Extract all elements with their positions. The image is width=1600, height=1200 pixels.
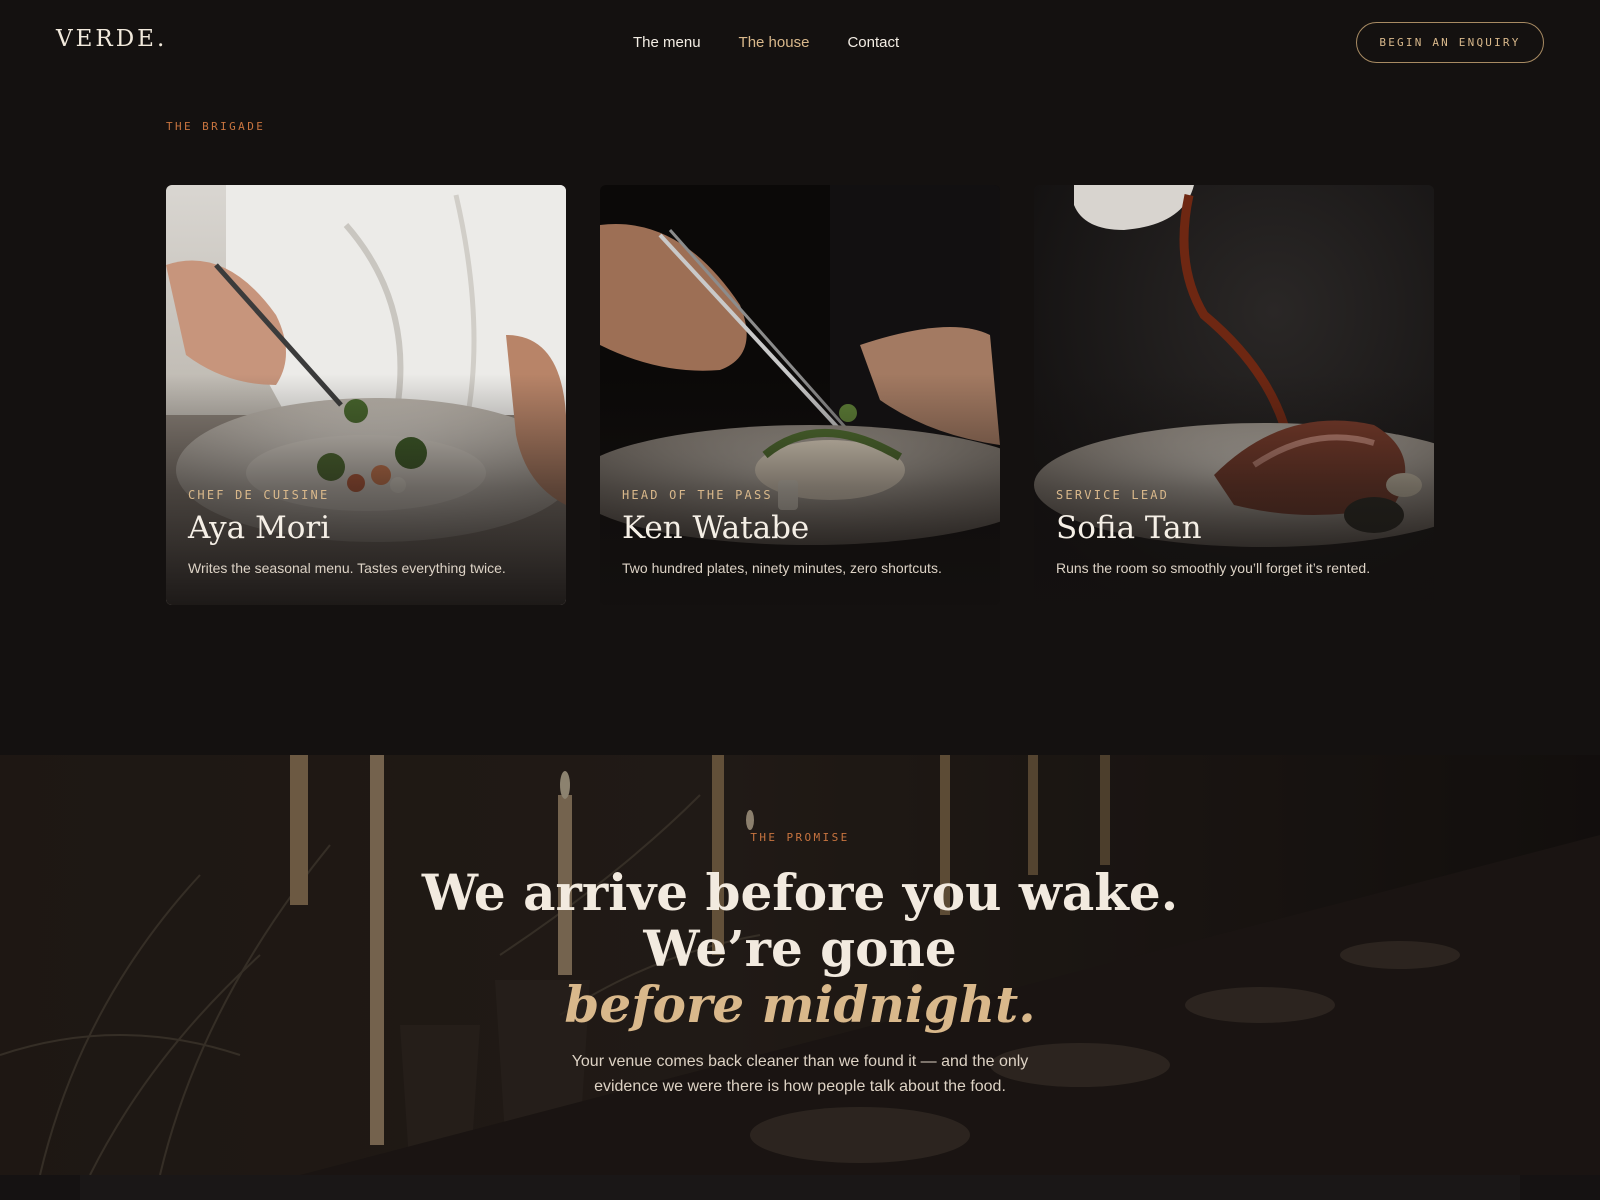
nav-link-menu[interactable]: The menu xyxy=(633,34,701,51)
main-nav: The menu The house Contact xyxy=(633,34,899,51)
team-card-info: CHEF DE CUISINE Aya Mori Writes the seas… xyxy=(188,488,546,576)
site-header: VERDE. The menu The house Contact BEGIN … xyxy=(0,0,1600,86)
promise-eyebrow: THE PROMISE xyxy=(750,831,850,844)
team-description: Writes the seasonal menu. Tastes everyth… xyxy=(188,560,506,576)
team-card-info: SERVICE LEAD Sofia Tan Runs the room so … xyxy=(1056,488,1414,576)
team-description: Runs the room so smoothly you’ll forget … xyxy=(1056,560,1371,576)
team-card[interactable]: HEAD OF THE PASS Ken Watabe Two hundred … xyxy=(600,185,1000,605)
brigade-cards: CHEF DE CUISINE Aya Mori Writes the seas… xyxy=(166,185,1434,605)
bottom-strip xyxy=(0,1175,1600,1200)
team-role: SERVICE LEAD xyxy=(1056,488,1170,502)
promise-headline-main: We arrive before you wake. We’re gone xyxy=(421,863,1179,978)
promise-section: THE PROMISE We arrive before you wake. W… xyxy=(0,755,1600,1175)
team-card[interactable]: SERVICE LEAD Sofia Tan Runs the room so … xyxy=(1034,185,1434,605)
promise-headline-accent: before midnight. xyxy=(564,975,1036,1034)
team-name: Ken Watabe xyxy=(622,510,810,546)
team-description: Two hundred plates, ninety minutes, zero… xyxy=(622,560,942,576)
brigade-eyebrow: THE BRIGADE xyxy=(166,120,266,133)
team-name: Sofia Tan xyxy=(1056,510,1202,546)
promise-headline: We arrive before you wake. We’re gone be… xyxy=(350,865,1250,1033)
team-role: CHEF DE CUISINE xyxy=(188,488,330,502)
nav-link-contact[interactable]: Contact xyxy=(847,34,899,51)
team-role: HEAD OF THE PASS xyxy=(622,488,773,502)
begin-enquiry-button[interactable]: BEGIN AN ENQUIRY xyxy=(1356,22,1544,63)
brand-logo[interactable]: VERDE. xyxy=(56,26,167,52)
promise-body: Your venue comes back cleaner than we fo… xyxy=(571,1053,1029,1095)
team-card[interactable]: CHEF DE CUISINE Aya Mori Writes the seas… xyxy=(166,185,566,605)
nav-link-house[interactable]: The house xyxy=(739,34,810,51)
team-name: Aya Mori xyxy=(188,510,331,546)
team-card-info: HEAD OF THE PASS Ken Watabe Two hundred … xyxy=(622,488,980,576)
